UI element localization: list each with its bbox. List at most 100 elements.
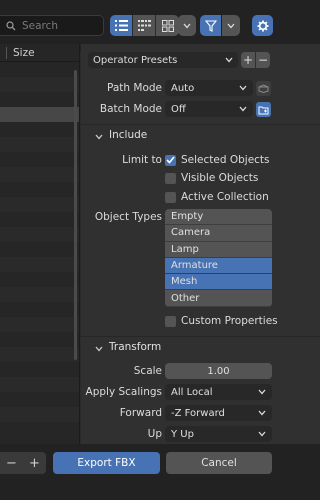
filter-icon — [204, 19, 217, 32]
batch-mode-dropdown[interactable]: Off — [165, 101, 253, 117]
chevron-down-icon — [258, 431, 266, 437]
file-list-header: Size — [0, 44, 79, 62]
checkbox-checked[interactable] — [165, 154, 176, 166]
object-type-armature[interactable]: Armature — [165, 257, 272, 275]
display-settings-dropdown[interactable] — [178, 15, 196, 36]
file-row[interactable] — [0, 227, 79, 242]
file-row[interactable] — [0, 92, 79, 107]
horizontal-list-button[interactable] — [133, 15, 156, 36]
file-row[interactable] — [0, 317, 79, 332]
chevron-down-icon — [95, 131, 103, 140]
path-mode-value: Auto — [171, 82, 195, 94]
active-collection-checkbox[interactable]: Active Collection — [165, 191, 269, 203]
file-row[interactable] — [0, 392, 79, 407]
file-row[interactable] — [0, 287, 79, 302]
custom-properties-checkbox[interactable]: Custom Properties — [165, 315, 278, 327]
dialog-footer: − + Export FBX Cancel — [0, 444, 320, 500]
up-label: Up — [147, 428, 162, 440]
chevron-down-icon — [227, 23, 235, 29]
file-row[interactable] — [0, 302, 79, 317]
file-row[interactable] — [0, 152, 79, 167]
file-row[interactable] — [0, 212, 79, 227]
decrement-button[interactable]: − — [6, 456, 17, 471]
visible-objects-label: Visible Objects — [181, 172, 259, 184]
search-placeholder: Search — [22, 19, 59, 32]
file-row-selected[interactable] — [0, 107, 79, 122]
file-row[interactable] — [0, 347, 79, 362]
file-row[interactable] — [0, 257, 79, 272]
active-collection-label: Active Collection — [181, 191, 269, 203]
scale-label: Scale — [133, 365, 162, 377]
custom-properties-label: Custom Properties — [181, 315, 278, 327]
chevron-down-icon — [239, 106, 247, 112]
column-separator — [6, 46, 7, 59]
settings-toggle-button[interactable] — [252, 15, 273, 36]
operator-presets-label: Operator Presets — [93, 54, 178, 66]
chevron-down-icon — [95, 343, 103, 352]
object-type-mesh[interactable]: Mesh — [165, 274, 272, 291]
package-icon — [258, 84, 269, 93]
object-type-other[interactable]: Other — [165, 290, 272, 307]
object-type-camera[interactable]: Camera — [165, 225, 272, 242]
filter-toggle-button[interactable] — [200, 15, 221, 36]
file-row[interactable] — [0, 377, 79, 392]
columns-icon — [137, 20, 151, 31]
batch-own-dir-toggle[interactable] — [256, 102, 271, 117]
export-fbx-button[interactable]: Export FBX — [53, 452, 160, 474]
path-mode-dropdown[interactable]: Auto — [165, 80, 253, 96]
forward-label: Forward — [119, 407, 162, 419]
file-row[interactable] — [0, 182, 79, 197]
limit-to-label: Limit to — [122, 154, 162, 166]
file-row[interactable] — [0, 77, 79, 92]
list-icon — [114, 20, 128, 31]
chevron-down-icon — [239, 85, 247, 91]
embed-textures-toggle[interactable] — [256, 81, 271, 96]
up-dropdown[interactable]: Y Up — [165, 426, 272, 442]
vertical-list-button[interactable] — [110, 15, 133, 36]
file-row[interactable] — [0, 272, 79, 287]
file-row[interactable] — [0, 332, 79, 347]
path-mode-label: Path Mode — [106, 82, 162, 94]
file-list-scrollbar[interactable] — [74, 70, 77, 360]
object-types-label: Object Types — [94, 211, 162, 223]
gear-icon — [257, 20, 269, 32]
file-row[interactable] — [0, 122, 79, 137]
operator-presets-dropdown[interactable]: Operator Presets — [88, 52, 238, 68]
forward-value: -Z Forward — [171, 407, 225, 419]
transform-section-title: Transform — [109, 341, 162, 353]
thumbnails-button[interactable] — [156, 15, 179, 36]
object-types-list: Empty Camera Lamp Armature Mesh Other — [165, 209, 272, 307]
visible-objects-checkbox[interactable]: Visible Objects — [165, 172, 258, 184]
remove-preset-button[interactable]: − — [256, 52, 270, 68]
file-row[interactable] — [0, 242, 79, 257]
file-row[interactable] — [0, 167, 79, 182]
filter-settings-dropdown[interactable] — [222, 15, 240, 36]
fbx-export-dialog: Search Size Operator Presets + − Path Mo… — [0, 0, 320, 500]
object-type-empty[interactable]: Empty — [165, 209, 272, 226]
file-row[interactable] — [0, 197, 79, 212]
up-value: Y Up — [171, 428, 194, 440]
checkbox-unchecked[interactable] — [165, 191, 176, 203]
file-row[interactable] — [0, 62, 79, 77]
add-preset-button[interactable]: + — [241, 52, 255, 68]
size-column-header[interactable]: Size — [13, 47, 35, 59]
include-section-header[interactable]: Include — [81, 125, 320, 145]
file-row[interactable] — [0, 137, 79, 152]
forward-dropdown[interactable]: -Z Forward — [165, 405, 272, 421]
search-input[interactable]: Search — [0, 15, 104, 36]
checkbox-unchecked[interactable] — [165, 172, 176, 184]
transform-section-header[interactable]: Transform — [81, 337, 320, 357]
selected-objects-checkbox[interactable]: Selected Objects — [165, 154, 270, 166]
apply-scalings-dropdown[interactable]: All Local — [165, 384, 272, 400]
scale-input[interactable]: 1.00 — [165, 363, 272, 379]
object-type-lamp[interactable]: Lamp — [165, 241, 272, 258]
cancel-button[interactable]: Cancel — [166, 452, 272, 474]
file-row[interactable] — [0, 362, 79, 377]
file-row[interactable] — [0, 407, 79, 422]
checkbox-unchecked[interactable] — [165, 315, 176, 327]
chevron-down-icon — [183, 23, 191, 29]
batch-mode-label: Batch Mode — [99, 103, 162, 115]
apply-scalings-label: Apply Scalings — [85, 386, 162, 398]
increment-button[interactable]: + — [29, 456, 40, 471]
chevron-down-icon — [225, 57, 233, 63]
